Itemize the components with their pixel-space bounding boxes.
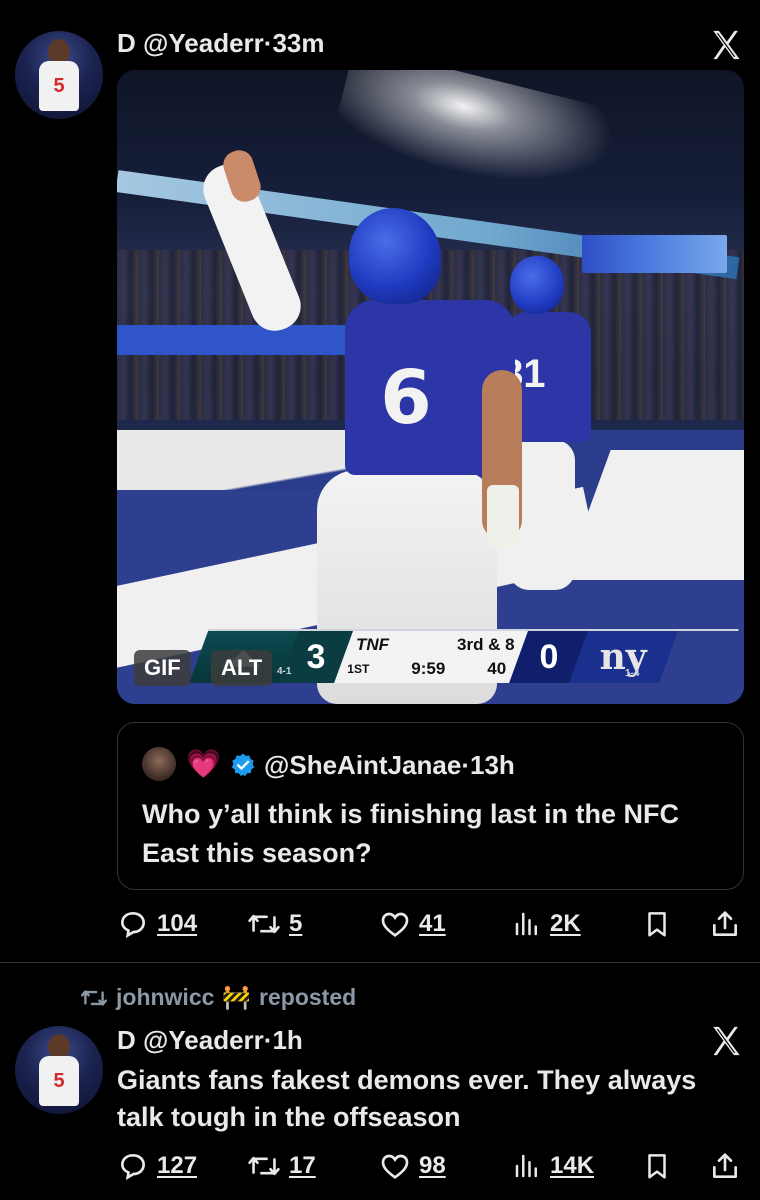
reply-button[interactable]: 127 [117,1146,197,1186]
play-clock: 40 [487,659,507,678]
reposted-label: reposted [259,984,357,1010]
repost-attribution[interactable]: johnwicc 🚧 reposted [80,984,356,1011]
stadium-screen [582,235,727,273]
like-button[interactable]: 98 [379,1146,446,1186]
player-helmet [349,208,441,304]
heart-emoji: 💗 [186,748,221,779]
alt-text-button[interactable]: ALT [211,650,273,686]
avatar[interactable]: 5 [15,31,103,119]
separator-dot: · [461,750,470,780]
home-record: 1-4 [625,668,640,679]
reply-button[interactable]: 104 [117,904,197,944]
handle[interactable]: @Yeaderr [143,28,264,58]
tweet-header[interactable]: D @Yeaderr·33m [117,28,325,59]
tweet-header[interactable]: D @Yeaderr·1h [117,1025,303,1056]
views-button[interactable]: 14K [512,1146,594,1186]
heart-icon [381,1154,409,1179]
quoted-handle[interactable]: @SheAintJanae [264,750,461,780]
like-count: 41 [419,910,446,937]
quoted-timestamp[interactable]: 13h [470,750,515,780]
display-name[interactable]: D [117,28,136,58]
heart-icon [381,912,409,937]
timestamp[interactable]: 33m [272,28,324,58]
reply-count: 104 [157,910,198,937]
quoted-avatar[interactable] [142,747,176,781]
like-count: 98 [419,1152,446,1179]
bookmark-icon [648,1154,666,1179]
views-count: 2K [550,910,581,937]
stadium-lights [328,70,646,225]
bookmark-button[interactable] [642,904,672,944]
share-button[interactable] [709,904,741,944]
game-clock: 9:59 [411,659,446,678]
reply-icon [120,911,146,939]
display-name[interactable]: D [117,1025,136,1055]
views-button[interactable]: 2K [512,904,581,944]
gif-badge: GIF [134,650,191,686]
player-wristband [487,485,519,547]
repost-button[interactable]: 17 [247,1146,316,1186]
quarter: 1ST [347,662,370,676]
tweet-divider [0,962,760,963]
timestamp[interactable]: 1h [272,1025,302,1055]
reply-count: 127 [157,1152,198,1179]
verified-badge-icon [231,753,255,777]
quoted-text: Who y’all think is finishing last in the… [142,799,680,868]
reply-icon [120,1153,146,1181]
down-distance: 3rd & 8 [457,635,516,654]
views-count: 14K [550,1152,595,1179]
home-team-logo: ny [569,631,679,683]
quoted-header[interactable]: @SheAintJanae·13h [264,750,515,781]
share-icon [713,911,737,936]
bookmark-button[interactable] [642,1146,672,1186]
away-record: 4-1 [277,666,292,677]
game-situation: TNF 3rd & 8 1ST 9:59 40 [334,631,529,683]
tweet-actions: 127 17 98 14K [117,1146,744,1186]
x-logo-icon[interactable] [709,28,743,62]
x-logo-icon[interactable] [709,1024,743,1058]
handle[interactable]: @Yeaderr [143,1025,264,1055]
bookmark-icon [648,912,666,937]
share-button[interactable] [709,1146,741,1186]
repost-button[interactable]: 5 [247,904,302,944]
construction-emoji: 🚧 [222,984,252,1010]
tweet-text: Giants fans fakest demons ever. They alw… [117,1065,697,1132]
views-icon [515,912,537,936]
repost-count: 5 [289,910,303,937]
network-label: TNF [356,635,390,654]
avatar-jersey-number: 5 [53,75,65,97]
views-icon [515,1154,537,1178]
like-button[interactable]: 41 [379,904,446,944]
repost-icon [248,914,280,934]
share-icon [713,1153,737,1178]
reposter-name[interactable]: johnwicc [116,984,214,1011]
teammate-helmet [510,256,564,314]
repost-icon [248,1156,280,1176]
player-number: 6 [380,355,432,441]
tweet-media-gif[interactable]: 81 6 ◢◣ 3 TNF 3rd & 8 1ST [117,70,744,704]
avatar[interactable]: 5 [15,1026,103,1114]
repost-icon [80,989,108,1006]
tweet-actions: 104 5 41 2K [117,904,744,944]
quoted-tweet[interactable]: 💗 @SheAintJanae·13h Who y’all think is f… [117,722,744,890]
repost-count: 17 [289,1152,316,1179]
avatar-jersey-number: 5 [53,1070,65,1092]
field-wall [117,325,357,355]
